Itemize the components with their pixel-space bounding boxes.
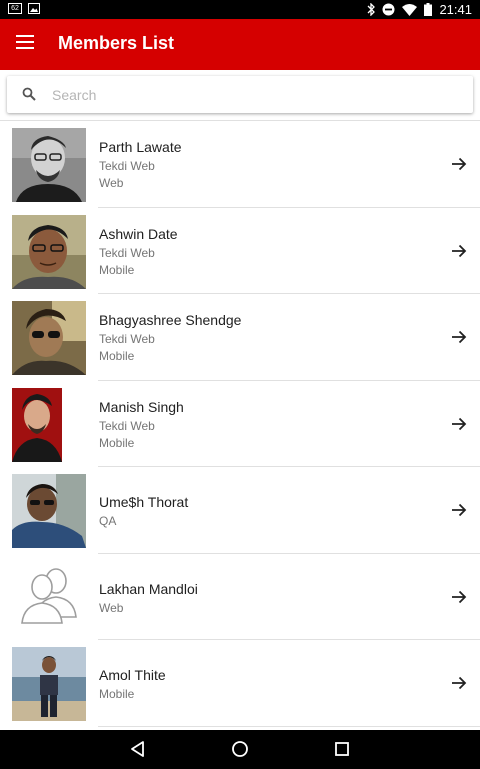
list-item[interactable]: Lakhan Mandloi Web [0,554,480,640]
status-bar: 62 21:41 [0,0,480,19]
home-icon[interactable] [231,740,249,758]
notification-icon: 62 [8,3,22,14]
hamburger-menu-icon[interactable] [16,35,34,49]
search-input[interactable] [50,81,464,109]
search-bar [7,76,473,113]
member-detail: Mobile [99,435,135,450]
avatar [12,647,86,721]
page-title: Members List [58,33,175,53]
back-icon[interactable] [129,740,147,758]
list-item[interactable]: Ume$h Thorat QA [0,467,480,554]
member-name: Amol Thite [99,667,166,683]
member-name: Bhagyashree Shendge [99,312,242,328]
member-name: Parth Lawate [99,139,182,155]
image-icon [28,3,40,14]
members-list: Parth Lawate Tekdi Web Web Ashwin Date T… [0,120,480,731]
arrow-right-icon[interactable] [451,329,467,345]
arrow-right-icon[interactable] [451,675,467,691]
wifi-icon [402,3,418,16]
avatar [12,387,62,462]
status-time: 21:41 [439,2,472,17]
arrow-right-icon[interactable] [451,502,467,518]
member-detail: Web [99,176,124,190]
list-item[interactable]: Bhagyashree Shendge Tekdi Web Mobile [0,294,480,381]
member-detail: Tekdi Web [99,418,155,433]
list-item[interactable]: Ashwin Date Tekdi Web Mobile [0,208,480,294]
system-nav-bar [0,730,480,769]
search-icon [22,87,36,101]
arrow-right-icon[interactable] [451,589,467,605]
recents-icon[interactable] [333,740,351,758]
placeholder-person-icon [12,561,86,635]
member-detail: Mobile [99,349,135,363]
member-detail: Web [99,600,124,615]
member-name: Manish Singh [99,398,184,415]
member-name: Ashwin Date [99,225,178,242]
list-item[interactable]: Manish Singh Tekdi Web Mobile [0,381,480,467]
do-not-disturb-icon [382,3,395,16]
member-detail: Tekdi Web [99,245,155,260]
list-item[interactable]: Amol Thite Mobile [0,640,480,727]
avatar [12,214,86,289]
avatar [12,301,86,375]
avatar [12,474,86,548]
member-detail: Tekdi Web [99,159,155,173]
list-item[interactable]: Parth Lawate Tekdi Web Web [0,121,480,208]
member-detail: Mobile [99,687,135,701]
member-detail: QA [99,514,117,528]
battery-icon [424,3,433,16]
app-bar: Members List [0,19,480,70]
avatar [12,128,86,202]
member-name: Lakhan Mandloi [99,580,198,597]
divider [98,725,480,727]
arrow-right-icon[interactable] [451,156,467,172]
member-name: Ume$h Thorat [99,494,189,510]
member-detail: Tekdi Web [99,332,155,346]
arrow-right-icon[interactable] [451,243,467,259]
bluetooth-icon [367,3,376,16]
arrow-right-icon[interactable] [451,416,467,432]
member-detail: Mobile [99,262,135,277]
